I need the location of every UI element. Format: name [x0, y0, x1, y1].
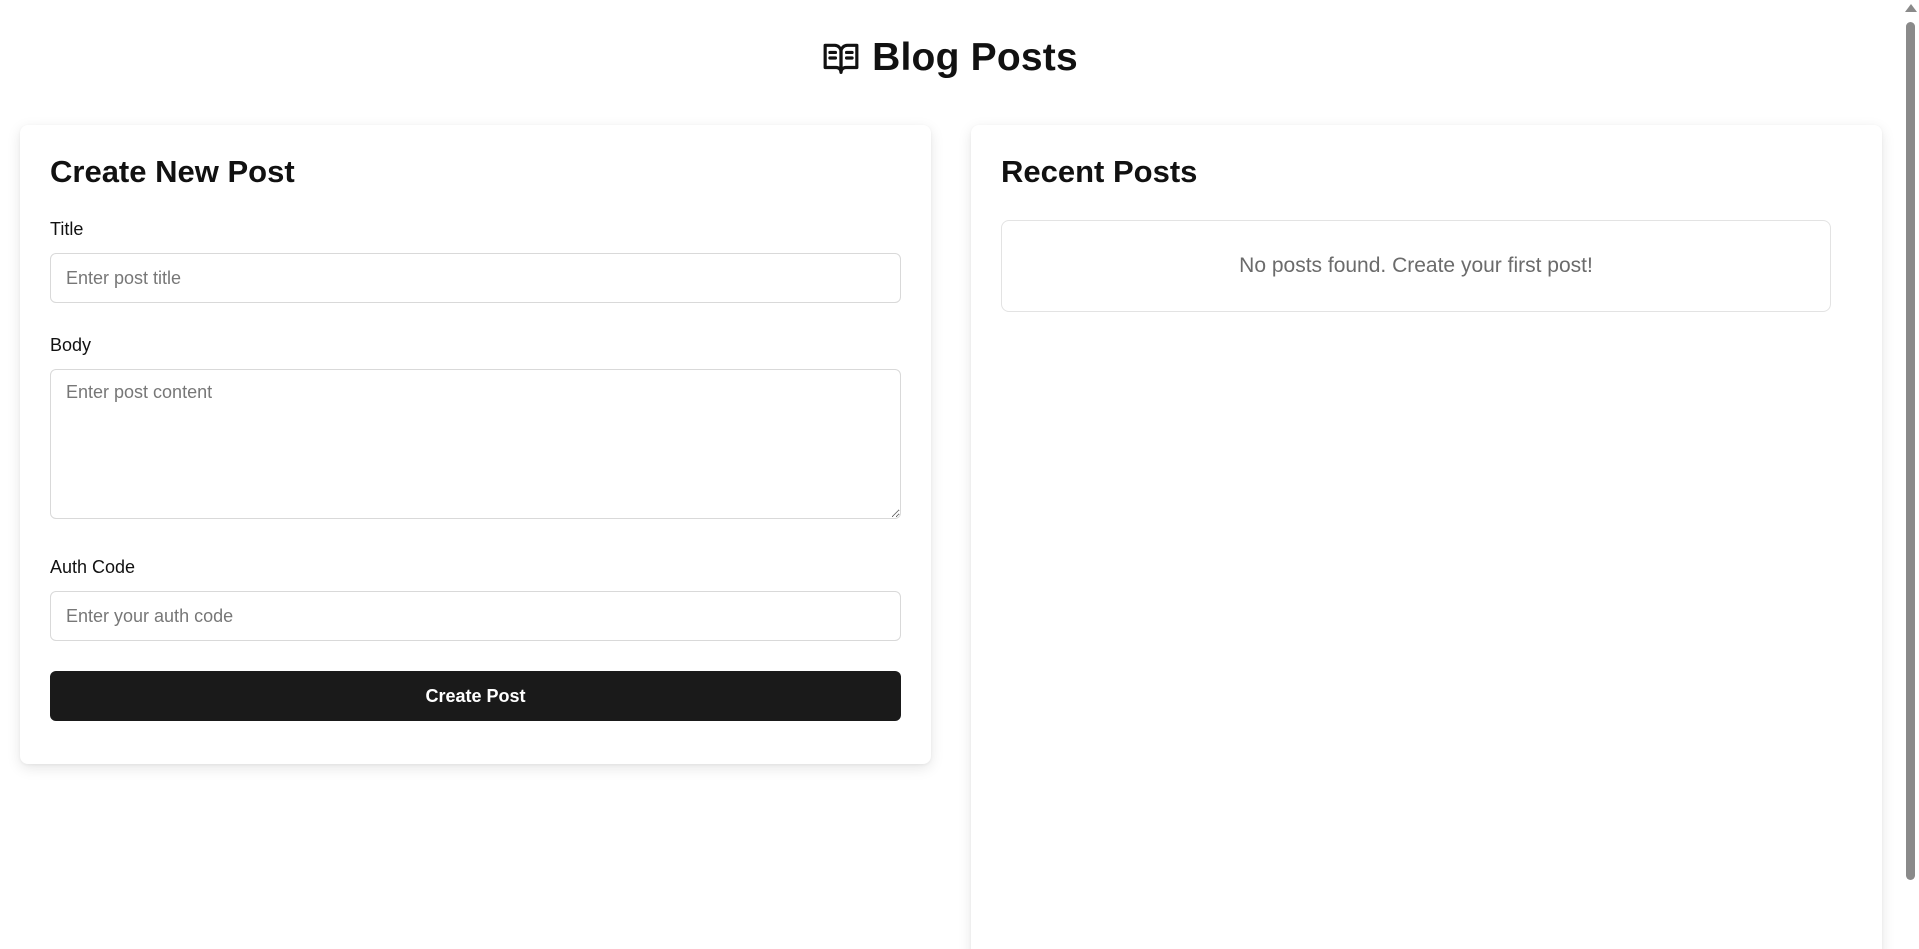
empty-posts-message: No posts found. Create your first post!: [1001, 220, 1831, 313]
submit-row: Create Post: [50, 671, 901, 722]
recent-posts-heading: Recent Posts: [1001, 154, 1198, 189]
auth-code-label: Auth Code: [50, 557, 136, 578]
body-textarea[interactable]: [50, 369, 901, 520]
empty-posts-text: No posts found. Create your first post!: [1239, 254, 1593, 278]
body-label: Body: [50, 335, 92, 356]
scroll-up-arrow-icon[interactable]: [1905, 4, 1917, 12]
title-input[interactable]: [50, 253, 901, 304]
create-post-heading: Create New Post: [50, 154, 295, 189]
create-post-button[interactable]: Create Post: [50, 671, 901, 722]
auth-code-input[interactable]: [50, 591, 901, 642]
title-field-group: Title: [50, 219, 901, 304]
auth-field-group: Auth Code: [50, 557, 901, 642]
vertical-scrollbar[interactable]: [1902, 0, 1919, 949]
page-header: Blog Posts: [0, 36, 1900, 80]
recent-posts-card: Recent Posts No posts found. Create your…: [971, 125, 1882, 949]
body-field-group: Body: [50, 335, 901, 524]
book-open-icon: [822, 39, 860, 77]
create-post-card: Create New Post Title Body Auth Code Cre…: [20, 125, 931, 764]
blog-posts-page: Blog Posts Create New Post Title Body Au…: [0, 0, 1919, 949]
scrollbar-thumb[interactable]: [1906, 22, 1915, 880]
page-title: Blog Posts: [872, 36, 1078, 79]
posts-list: No posts found. Create your first post!: [1001, 220, 1852, 313]
title-label: Title: [50, 219, 84, 240]
